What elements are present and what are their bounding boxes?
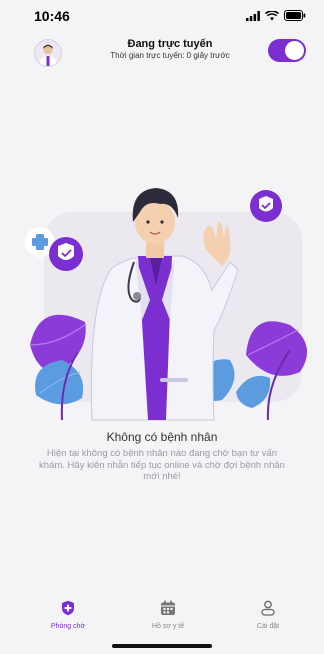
online-duration-text: Thời gian trực tuyến: 0 giây trước — [110, 51, 230, 60]
empty-state-description: Hiện tại không có bệnh nhân nào đang chờ… — [39, 448, 285, 482]
toggle-knob — [285, 41, 304, 60]
status-time: 10:46 — [34, 8, 70, 24]
home-indicator — [112, 644, 212, 648]
bottom-tab-bar: Phòng chờ Hồ sơ y tế Cài đặt — [0, 590, 324, 640]
shield-badge-right — [250, 190, 282, 222]
header: Đang trực tuyến Thời gian trực tuyến: 0 … — [0, 30, 324, 74]
online-status-title: Đang trực tuyến — [127, 38, 213, 50]
online-toggle[interactable] — [268, 39, 306, 62]
tab-label: Phòng chờ — [50, 623, 86, 630]
doctor-illustration — [25, 188, 308, 421]
avatar[interactable] — [34, 39, 62, 67]
shield-icon — [62, 600, 74, 616]
empty-state-title: Không có bệnh nhân — [106, 430, 218, 444]
tab-waiting-room[interactable]: Phòng chờ — [28, 600, 108, 630]
shield-badge-left — [49, 237, 83, 271]
tab-settings[interactable]: Cài đặt — [228, 600, 308, 630]
doctor-avatar-icon — [35, 40, 61, 66]
signal-icon — [246, 10, 260, 21]
person-icon — [261, 600, 275, 616]
tab-label: Cài đặt — [256, 623, 280, 630]
status-icons — [246, 10, 306, 21]
tab-medical-records[interactable]: Hồ sơ y tế — [128, 600, 208, 630]
wifi-icon — [265, 10, 279, 20]
tab-label: Hồ sơ y tế — [151, 623, 185, 630]
battery-icon — [284, 10, 306, 21]
status-bar: 10:46 — [0, 0, 324, 30]
calendar-icon — [161, 600, 175, 615]
